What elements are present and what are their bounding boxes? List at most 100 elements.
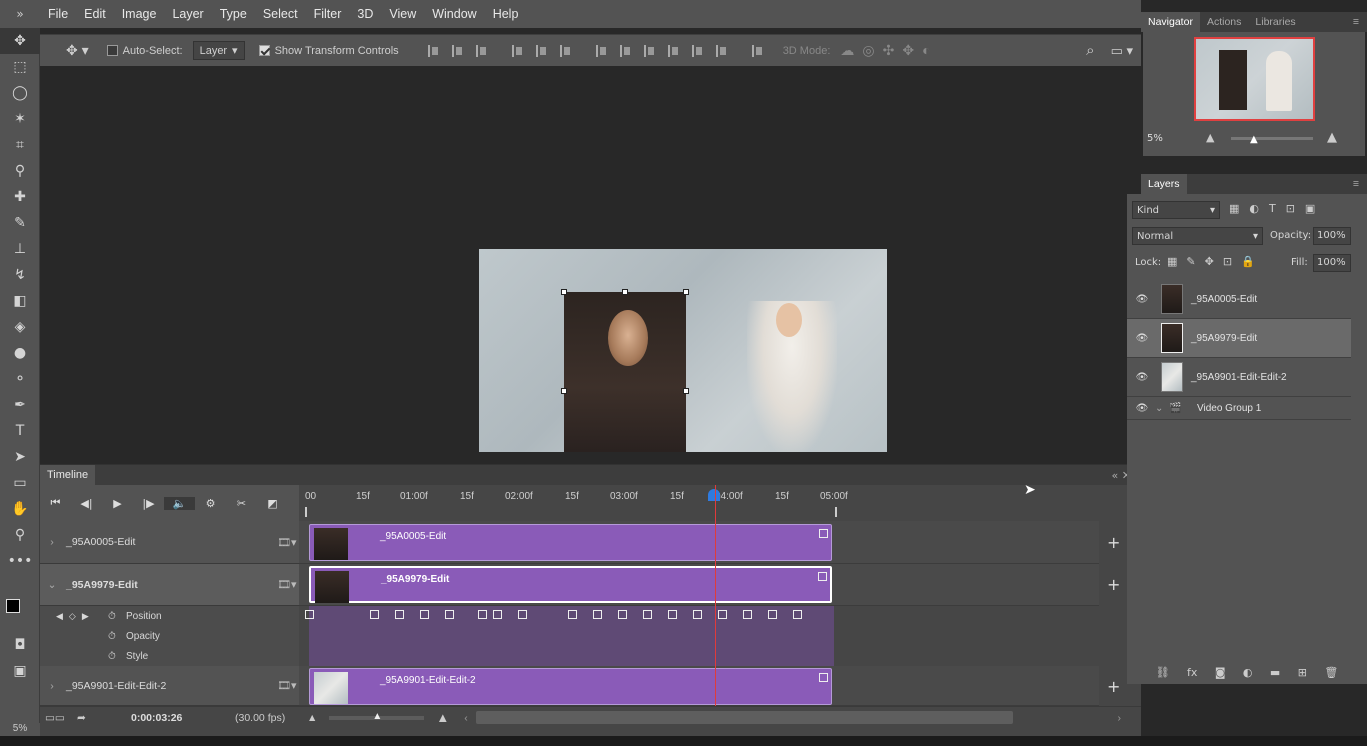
tab-libraries[interactable]: Libraries [1248,12,1302,32]
transform-handle[interactable] [561,388,567,394]
menu-select[interactable]: Select [255,7,306,21]
menu-image[interactable]: Image [114,7,165,21]
folder-icon[interactable]: ▬ [1270,666,1280,679]
render-video-icon[interactable]: ➦ [77,712,101,724]
layer-group-row[interactable]: 👁 ⌄ 🎬 Video Group 1 [1127,397,1351,420]
film-icon[interactable]: 🎞▾ [277,536,299,549]
trash-icon[interactable]: 🗑 [1324,666,1338,679]
dodge-tool-icon[interactable]: ⚬ [0,366,40,392]
menu-help[interactable]: Help [485,7,527,21]
transform-handle[interactable] [683,388,689,394]
distribute-hcenter-icon[interactable] [691,44,702,57]
auto-select-checkbox[interactable]: Auto-Select: [106,45,183,57]
navigator-preview[interactable] [1194,37,1315,121]
layer-row[interactable]: 👁 _95A9901-Edit-Edit-2 [1127,358,1351,397]
keyframe-marker[interactable] [593,610,602,619]
blur-tool-icon[interactable]: ● [0,340,40,366]
property-row-position[interactable]: ◀◇▶ ⏱ Position [40,606,299,626]
transition-icon[interactable]: ◩ [257,497,288,510]
marquee-tool-icon[interactable]: ⬚ [0,54,40,80]
stamp-tool-icon[interactable]: ⊥ [0,236,40,262]
layer-row[interactable]: 👁 _95A0005-Edit [1127,280,1351,319]
menu-3d[interactable]: 3D [349,7,381,21]
paint-bucket-tool-icon[interactable]: ◈ [0,314,40,340]
keyframe-marker[interactable] [478,610,487,619]
magic-wand-tool-icon[interactable]: ✶ [0,106,40,132]
track-row[interactable]: › _95A0005-Edit 🎞▾ [40,521,299,564]
rectangle-tool-icon[interactable]: ▭ [0,470,40,496]
keyframe-marker[interactable] [743,610,752,619]
screen-mode-icon[interactable]: ▣ [0,658,40,684]
menu-window[interactable]: Window [424,7,484,21]
tab-actions[interactable]: Actions [1200,12,1248,32]
mask-icon[interactable]: ◙ [1215,666,1226,679]
pen-tool-icon[interactable]: ✒ [0,392,40,418]
film-icon[interactable]: 🎞▾ [277,578,299,591]
blend-mode-dropdown[interactable]: Normal ▾ [1132,227,1263,245]
layer-filter-icons[interactable]: ▦◐T⊡▣ [1229,202,1325,215]
move-tool-icon[interactable]: ✥ [0,28,40,54]
clip-selected[interactable]: _95A9979-Edit [309,566,832,603]
type-tool-icon[interactable]: T [0,418,40,444]
foreground-color-swatch[interactable] [6,599,20,613]
healing-tool-icon[interactable]: ✚ [0,184,40,210]
menu-view[interactable]: View [381,7,424,21]
distribute-vcenter-icon[interactable] [619,44,630,57]
stopwatch-icon[interactable]: ⏱ [108,611,126,622]
zoom-out-icon[interactable]: ▲ [1206,131,1214,144]
timeline-zoom-slider[interactable]: ▲ [329,711,425,722]
eraser-tool-icon[interactable]: ◧ [0,288,40,314]
keyframe-marker[interactable] [693,610,702,619]
zoom-in-icon[interactable]: ▲ [436,710,449,725]
menu-filter[interactable]: Filter [306,7,350,21]
navigator-zoom-slider[interactable]: ▲ [1231,134,1313,145]
slider-thumb-icon[interactable]: ▲ [1250,134,1258,145]
clip-end-icon[interactable] [819,673,828,682]
keyframe-marker[interactable] [793,610,802,619]
more-tools-icon[interactable]: ••• [0,548,40,574]
zoom-tool-icon[interactable]: ⚲ [0,522,40,548]
split-scissors-icon[interactable]: ✂ [226,497,257,510]
menu-type[interactable]: Type [212,7,255,21]
tab-layers[interactable]: Layers [1141,174,1187,194]
align-top-icon[interactable] [427,44,438,57]
add-media-icon[interactable]: + [1107,533,1120,552]
work-area-bar[interactable] [305,507,837,517]
crop-tool-icon[interactable]: ⌗ [0,132,40,158]
panel-menu-icon[interactable]: ≡ [1353,178,1359,190]
keyframe-marker[interactable] [768,610,777,619]
distribute-top-icon[interactable] [595,44,606,57]
menu-layer[interactable]: Layer [164,7,211,21]
chevron-down-icon[interactable]: ⌄ [1155,403,1169,414]
workspace-icon[interactable]: ▭ ▾ [1111,43,1133,59]
distribute-left-icon[interactable] [667,44,678,57]
clip[interactable]: _95A0005-Edit [309,524,832,561]
path-select-tool-icon[interactable]: ➤ [0,444,40,470]
zoom-in-icon[interactable]: ▲ [1327,130,1337,145]
keyframe-marker[interactable] [493,610,502,619]
keyframe-marker[interactable] [445,610,454,619]
layer-row-selected[interactable]: 👁 _95A9979-Edit [1127,319,1351,358]
move-tool-icon[interactable]: ✥ ▾ [66,42,89,59]
collapse-icon[interactable]: » [0,0,40,28]
new-layer-icon[interactable]: ⊞ [1298,666,1307,679]
prev-frame-icon[interactable]: ◀| [71,497,102,510]
align-hcenter-icon[interactable] [535,44,546,57]
slider-thumb-icon[interactable]: ▲ [372,711,382,722]
search-icon[interactable]: ⌕ [1086,42,1094,59]
time-ruler[interactable]: 00 15f 01:00f 15f 02:00f 15f 03:00f 15f … [299,485,1099,521]
playhead-handle[interactable] [708,489,720,501]
settings-gear-icon[interactable]: ⚙ [195,497,226,510]
tab-navigator[interactable]: Navigator [1141,12,1200,32]
selected-layer-photo[interactable] [561,289,689,452]
eye-icon[interactable]: 👁 [1129,372,1155,383]
track-row[interactable]: ⌄ _95A9979-Edit 🎞▾ [40,564,299,606]
keyframe-marker[interactable] [420,610,429,619]
eye-icon[interactable]: 👁 [1129,294,1155,305]
first-frame-icon[interactable]: ⏮ [40,496,71,510]
scroll-left-icon[interactable]: ‹ [464,712,468,724]
keyframe-nav-icons[interactable]: ◀◇▶ [56,611,108,622]
scroll-right-icon[interactable]: › [1118,712,1122,724]
chevron-down-icon[interactable]: ⌄ [42,579,62,591]
history-brush-tool-icon[interactable]: ↯ [0,262,40,288]
